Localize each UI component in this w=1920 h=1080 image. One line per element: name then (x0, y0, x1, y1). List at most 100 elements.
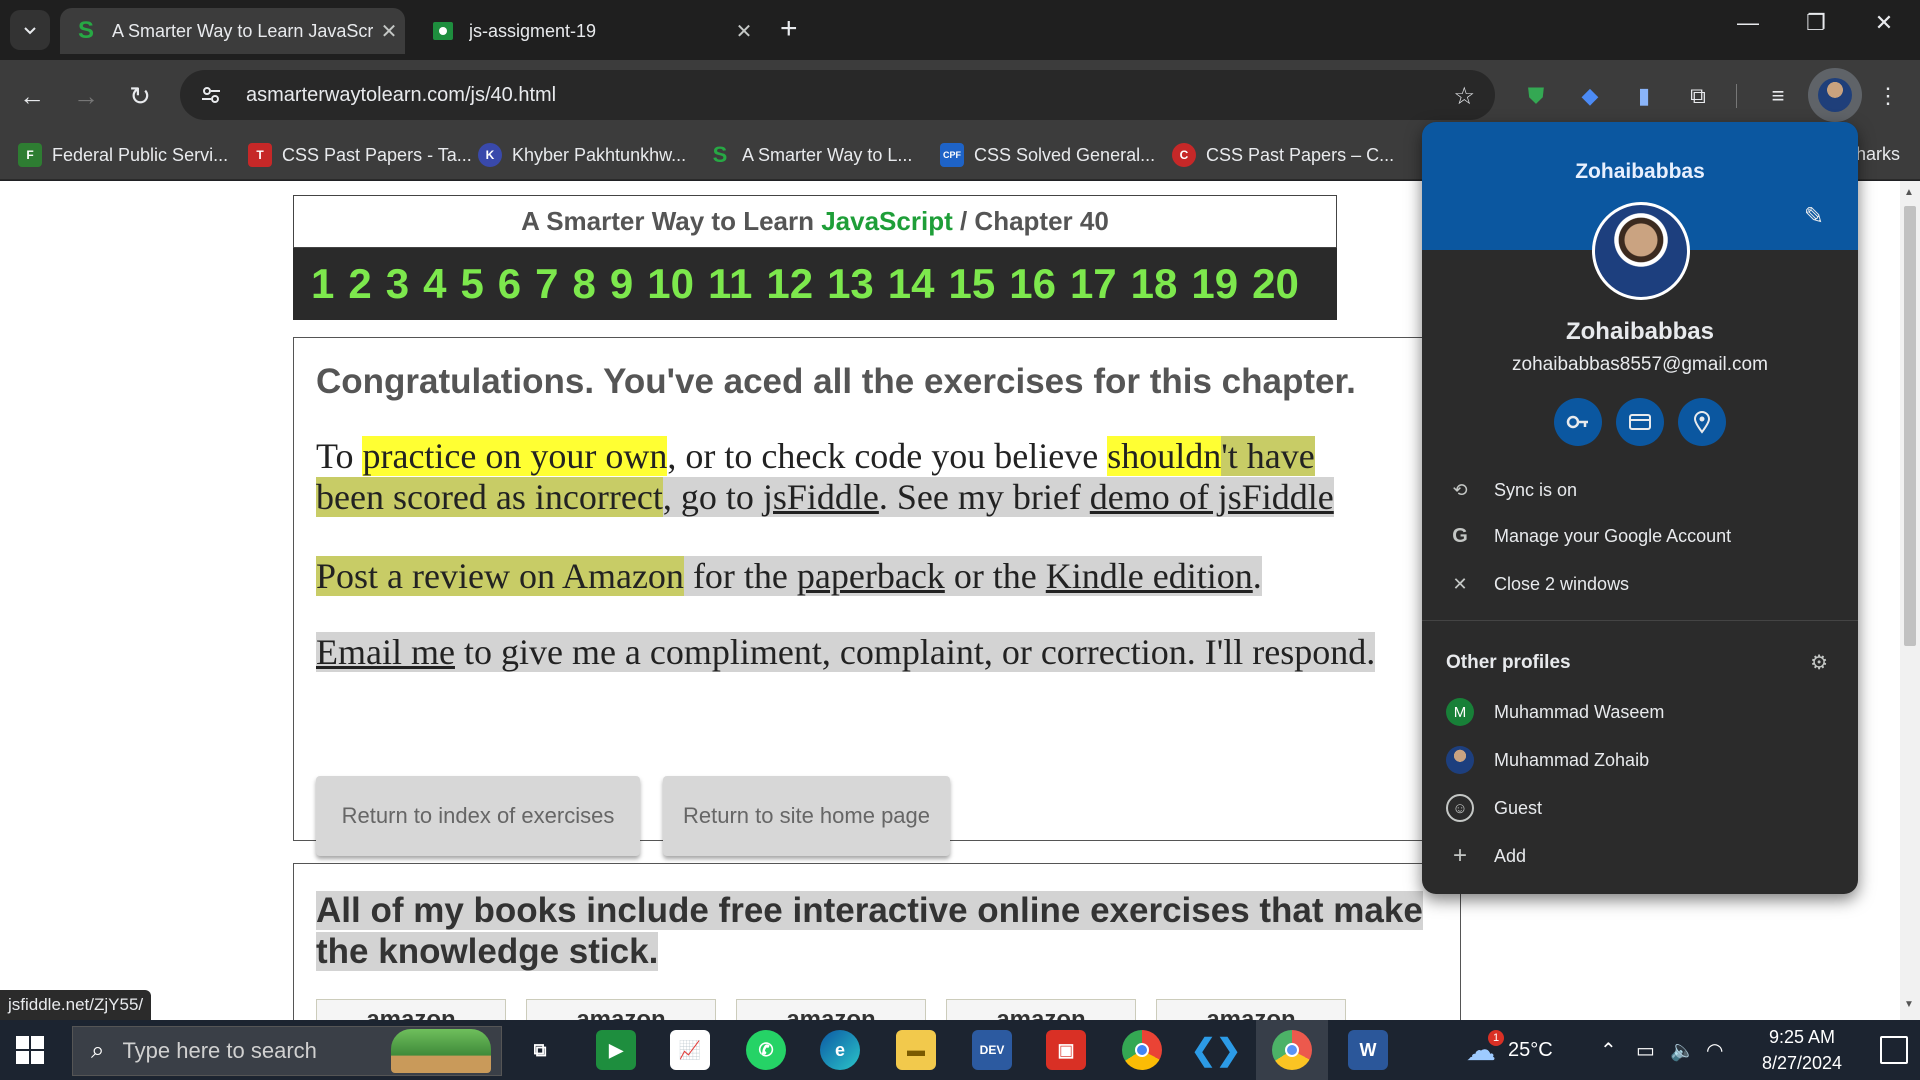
exercise-link[interactable]: 4 (423, 260, 446, 308)
scroll-down-icon[interactable]: ▼ (1904, 999, 1914, 1010)
media-queue-icon[interactable]: ≡ (1762, 80, 1794, 112)
gear-icon[interactable]: ⚙ (1810, 650, 1828, 675)
tab-active[interactable]: S A Smarter Way to Learn JavaScr ✕ (60, 8, 405, 54)
location-pin-icon[interactable] (1678, 398, 1726, 446)
vscode-icon[interactable]: ❮❯ (1191, 1030, 1241, 1070)
add-profile-item[interactable]: + Add (1422, 834, 1858, 878)
exercise-link[interactable]: 15 (949, 260, 996, 308)
bookmark-item[interactable]: CPF CSS Solved General... (940, 138, 1155, 172)
taskbar-search[interactable]: ⌕ Type here to search (72, 1026, 502, 1076)
exercise-link[interactable]: 6 (498, 260, 521, 308)
exercise-link[interactable]: 11 (708, 260, 752, 308)
tab-strip: S A Smarter Way to Learn JavaScr ✕ js-as… (0, 0, 1920, 60)
profile-avatar-button[interactable] (1808, 68, 1862, 122)
amazon-book-link[interactable]: amazon (526, 999, 716, 1020)
file-explorer-icon[interactable]: ▬ (896, 1030, 936, 1070)
exercise-link[interactable]: 19 (1191, 260, 1238, 308)
exercise-link[interactable]: 7 (535, 260, 558, 308)
bookmark-item[interactable]: K Khyber Pakhtunkhw... (478, 138, 686, 172)
exercise-link[interactable]: 1 (311, 260, 334, 308)
url-text[interactable]: asmarterwaytolearn.com/js/40.html (246, 84, 556, 107)
exercise-link[interactable]: 18 (1131, 260, 1178, 308)
new-tab-icon[interactable]: + (780, 14, 798, 44)
taskbar-clock[interactable]: 9:25 AM 8/27/2024 (1742, 1024, 1862, 1076)
payment-card-icon[interactable] (1616, 398, 1664, 446)
kindle-link[interactable]: Kindle edition (1045, 556, 1253, 596)
back-icon[interactable]: ← (14, 78, 50, 114)
amazon-book-link[interactable]: amazon (946, 999, 1136, 1020)
bookmark-item[interactable]: T CSS Past Papers - Ta... (248, 138, 472, 172)
extensions-puzzle-icon[interactable]: ⧉ (1682, 80, 1714, 112)
amazon-book-link[interactable]: amazon (1156, 999, 1346, 1020)
amazon-book-link[interactable]: amazon (736, 999, 926, 1020)
tab-inactive[interactable]: js-assigment-19 ✕ (415, 8, 760, 54)
bookmark-item[interactable]: F Federal Public Servi... (18, 138, 228, 172)
address-bar[interactable]: asmarterwaytolearn.com/js/40.html ☆ (180, 70, 1495, 120)
exercise-link[interactable]: 9 (610, 260, 633, 308)
edge-icon[interactable]: e (820, 1030, 860, 1070)
shield-extension-icon[interactable]: ⛊ (1520, 80, 1552, 112)
page-scrollbar[interactable]: ▲ ▼ (1900, 181, 1920, 1020)
exercise-link[interactable]: 17 (1070, 260, 1117, 308)
return-index-button[interactable]: Return to index of exercises (316, 776, 640, 856)
windows-start-icon[interactable] (16, 1036, 46, 1066)
scroll-thumb[interactable] (1904, 206, 1916, 646)
google-play-games-icon[interactable]: ▶ (596, 1030, 636, 1070)
close-tab-icon[interactable]: ✕ (373, 19, 405, 44)
exercise-link[interactable]: 20 (1252, 260, 1299, 308)
passwords-key-icon[interactable] (1554, 398, 1602, 446)
minimize-icon[interactable]: — (1728, 10, 1768, 36)
exercise-link[interactable]: 3 (386, 260, 409, 308)
reload-icon[interactable]: ↻ (122, 78, 158, 114)
profile-item-muhammad-waseem[interactable]: M Muhammad Waseem (1422, 690, 1858, 734)
bookmark-item[interactable]: SA Smarter Way to L... (708, 138, 913, 172)
amazon-book-link[interactable]: amazon (316, 999, 506, 1020)
exercise-link[interactable]: 12 (766, 260, 813, 308)
battery-icon[interactable]: ▭ (1636, 1020, 1655, 1080)
demo-jsfiddle-link[interactable]: demo of jsFiddle (1089, 477, 1334, 517)
paperback-link[interactable]: paperback (796, 556, 945, 596)
exercise-link[interactable]: 5 (460, 260, 483, 308)
sync-status[interactable]: ⟲ Sync is on (1422, 468, 1858, 512)
jsfiddle-link[interactable]: jsFiddle (762, 477, 879, 517)
stock-chart-app-icon[interactable]: 📈 (670, 1030, 710, 1070)
exercise-link[interactable]: 14 (888, 260, 935, 308)
return-home-button[interactable]: Return to site home page (663, 776, 950, 856)
chrome-icon[interactable] (1122, 1030, 1162, 1070)
divider (1422, 620, 1858, 621)
site-info-icon[interactable] (188, 72, 234, 118)
show-hidden-icons[interactable]: ⌃ (1600, 1020, 1617, 1080)
exercise-link[interactable]: 8 (573, 260, 596, 308)
weather-widget[interactable]: ☁ 1 25°C (1466, 1020, 1553, 1080)
wifi-icon[interactable]: ◠ (1706, 1020, 1723, 1080)
close-window-icon[interactable]: ✕ (1864, 10, 1904, 36)
close-windows-item[interactable]: ✕ Close 2 windows (1422, 562, 1858, 606)
restore-icon[interactable]: ❐ (1796, 10, 1836, 36)
exercise-link[interactable]: 13 (827, 260, 874, 308)
close-tab-icon[interactable]: ✕ (728, 19, 760, 44)
diamond-extension-icon[interactable]: ◆ (1574, 80, 1606, 112)
word-icon[interactable]: W (1348, 1030, 1388, 1070)
manage-account-item[interactable]: G Manage your Google Account (1422, 514, 1858, 558)
notification-icon[interactable] (1880, 1036, 1908, 1064)
exercise-link[interactable]: 10 (647, 260, 694, 308)
task-view-icon[interactable]: ⧉ (520, 1030, 560, 1070)
profile-item-guest[interactable]: ☺ Guest (1422, 786, 1858, 830)
exercise-link[interactable]: 2 (348, 260, 371, 308)
devcpp-icon[interactable]: DEV (972, 1030, 1012, 1070)
all-bookmarks-button[interactable]: harks (1856, 144, 1900, 165)
whatsapp-icon[interactable]: ✆ (746, 1030, 786, 1070)
clipboard-extension-icon[interactable]: ▮ (1628, 80, 1660, 112)
edit-pencil-icon[interactable]: ✎ (1804, 202, 1824, 231)
volume-icon[interactable]: 🔈 (1670, 1020, 1695, 1080)
email-me-link[interactable]: Email me (316, 632, 455, 672)
tab-search-button[interactable] (10, 10, 50, 50)
bookmark-star-icon[interactable]: ☆ (1453, 82, 1475, 111)
bookmark-item[interactable]: C CSS Past Papers – C... (1172, 138, 1394, 172)
media-app-icon[interactable]: ▣ (1046, 1030, 1086, 1070)
forward-icon[interactable]: → (68, 78, 104, 114)
exercise-link[interactable]: 16 (1009, 260, 1056, 308)
scroll-up-icon[interactable]: ▲ (1904, 187, 1914, 198)
menu-kebab-icon[interactable]: ⋮ (1872, 80, 1904, 112)
profile-item-muhammad-zohaib[interactable]: Muhammad Zohaib (1422, 738, 1858, 782)
